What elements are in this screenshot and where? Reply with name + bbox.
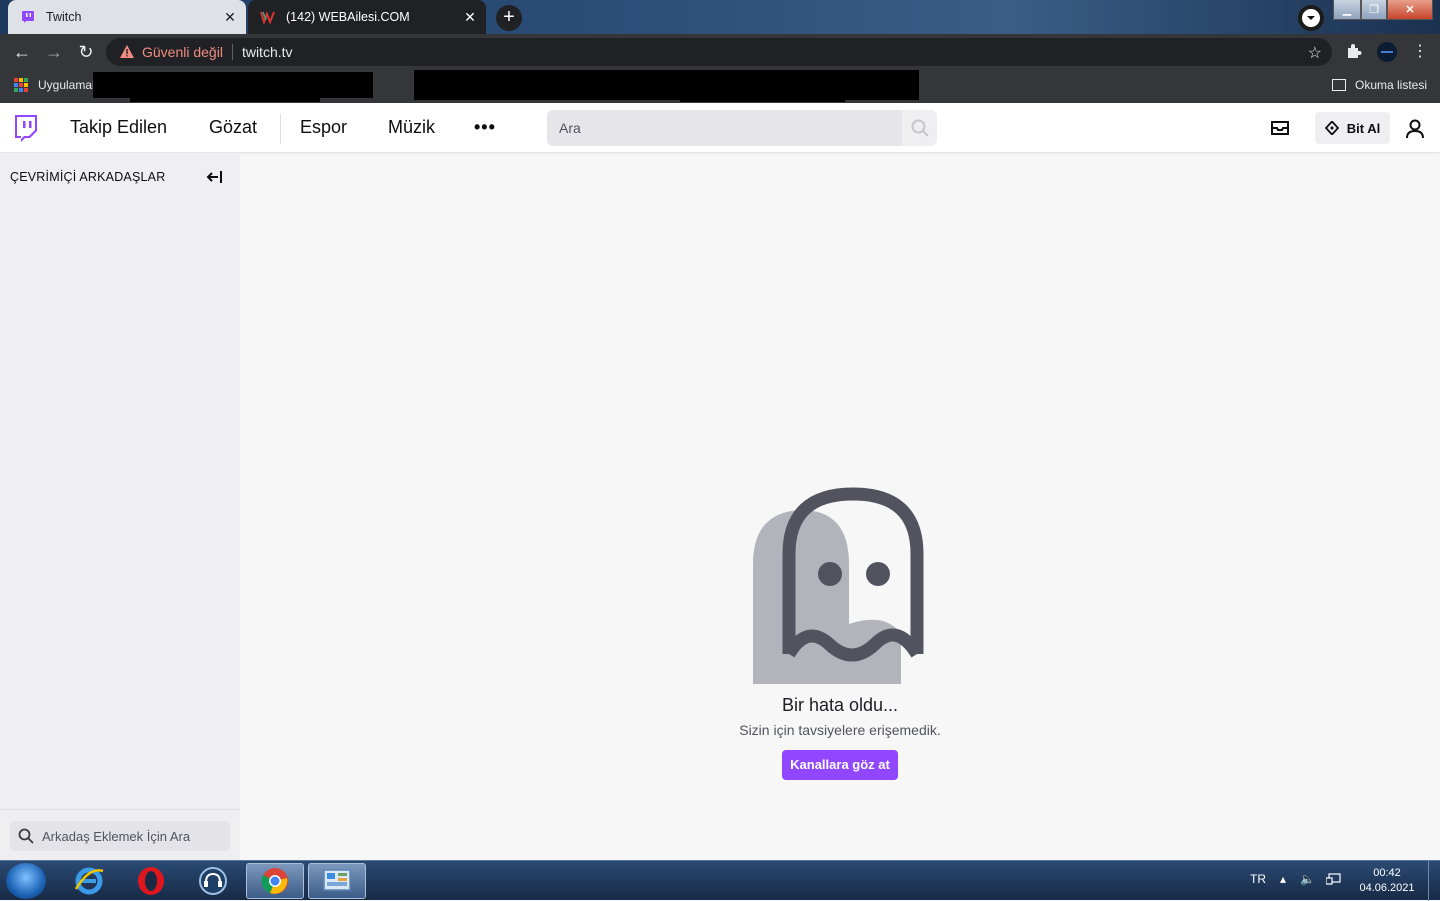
reading-list-button[interactable]: Okuma listesi [1332,78,1427,92]
windows-taskbar: TR ▴ 🔈 00:42 04.06.2021 [0,860,1440,901]
bits-gem-icon [1324,121,1339,135]
search-input[interactable]: Ara [547,110,902,146]
get-bits-button[interactable]: Bit Al [1315,112,1390,144]
reading-list-icon [1332,79,1346,91]
redacted-bookmarks [680,94,845,102]
show-desktop-button[interactable] [1428,861,1440,901]
control-panel-icon[interactable] [308,863,366,899]
apps-grid-icon [14,78,28,92]
search-icon [911,119,929,137]
tab-title: (142) WEBAilesi.COM [286,10,410,24]
sidebar-title: ÇEVRİMİÇİ ARKADAŞLAR [10,170,166,184]
error-ghost-icon [753,487,924,684]
divider [231,44,233,60]
nav-divider [280,114,281,144]
friends-sidebar: ÇEVRİMİÇİ ARKADAŞLAR Arkadaş Eklemek İçi… [0,154,240,860]
forward-arrow-icon[interactable]: → [44,42,64,62]
main-content: Bir hata oldu... Sizin için tavsiyelere … [240,154,1440,860]
support-icon[interactable] [184,863,242,899]
start-button-icon[interactable] [6,863,46,899]
user-profile-icon[interactable] [1404,118,1426,140]
reading-list-label: Okuma listesi [1355,78,1428,92]
webailesi-favicon-icon [260,9,276,25]
url-text[interactable]: twitch.tv [242,44,293,60]
close-window-icon[interactable]: ✕ [1387,0,1433,20]
redacted-bookmarks [130,94,320,102]
window-controls: ▁ ❐ ✕ [1333,0,1433,20]
twitch-favicon-icon [20,9,36,25]
menu-kebab-icon[interactable]: ⋮ [1412,42,1428,62]
new-tab-button[interactable]: + [496,5,522,31]
internet-explorer-icon[interactable] [60,863,118,899]
tab-search-button[interactable] [1298,5,1324,31]
address-bar[interactable]: Güvenli değil twitch.tv ☆ [106,38,1332,66]
bookmarks-bar: Uygulamal Okuma listesi [0,70,1440,103]
minimize-icon[interactable]: ▁ [1333,0,1361,20]
search-icon [18,828,34,844]
collapse-sidebar-icon[interactable] [206,168,224,186]
twitch-logo-icon[interactable] [12,114,38,142]
opera-icon[interactable] [122,863,180,899]
apps-label: Uygulamal [38,78,95,92]
error-title: Bir hata oldu... [781,695,899,715]
clock-time: 00:42 [1373,867,1401,879]
friend-search-area: Arkadaş Eklemek İçin Ara [0,809,240,860]
twitch-top-nav: Takip Edilen Gözat Espor Müzik ••• Ara B… [0,103,1440,153]
friend-search-placeholder: Arkadaş Eklemek İçin Ara [42,828,191,844]
error-subtitle: Sizin için tavsiyelere erişemedik. [739,722,941,738]
volume-icon[interactable]: 🔈 [1300,872,1315,886]
search-button[interactable] [902,110,937,146]
tab-webailesi[interactable]: (142) WEBAilesi.COM ✕ [248,0,486,34]
nav-link-music[interactable]: Müzik [388,117,435,138]
system-clock[interactable]: 00:42 04.06.2021 [1352,866,1422,896]
network-icon[interactable] [1325,872,1342,889]
close-tab-icon[interactable]: ✕ [222,9,238,25]
tab-title: Twitch [46,10,82,24]
apps-shortcut[interactable]: Uygulamal [14,78,95,92]
back-arrow-icon[interactable]: ← [12,42,32,62]
browse-channels-button[interactable]: Kanallara göz at [782,750,898,780]
browser-toolbar: ← → ↻ Güvenli değil twitch.tv ☆ ⋮ [0,34,1440,70]
more-options-icon[interactable]: ••• [474,117,496,138]
clock-date: 04.06.2021 [1359,882,1415,894]
language-indicator[interactable]: TR [1250,872,1266,886]
bits-label: Bit Al [1346,120,1381,136]
warning-triangle-icon [120,45,134,59]
nav-link-following[interactable]: Takip Edilen [70,117,167,138]
nav-link-esports[interactable]: Espor [300,117,347,138]
maximize-icon[interactable]: ❐ [1361,0,1387,20]
bookmark-star-icon[interactable]: ☆ [1308,43,1322,63]
friend-search-input[interactable]: Arkadaş Eklemek İçin Ara [10,821,230,851]
close-tab-icon[interactable]: ✕ [462,9,478,25]
profile-avatar[interactable] [1376,41,1398,62]
nav-link-browse[interactable]: Gözat [209,117,257,138]
reload-icon[interactable]: ↻ [76,42,96,62]
extensions-puzzle-icon[interactable] [1345,42,1363,62]
security-label[interactable]: Güvenli değil [142,44,223,60]
tray-expand-icon[interactable]: ▴ [1280,872,1286,886]
inbox-icon[interactable] [1270,119,1290,137]
browser-tabstrip: Twitch ✕ (142) WEBAilesi.COM ✕ + ▁ ❐ ✕ [0,0,1440,34]
tab-twitch[interactable]: Twitch ✕ [8,0,246,34]
chrome-icon[interactable] [246,863,304,899]
